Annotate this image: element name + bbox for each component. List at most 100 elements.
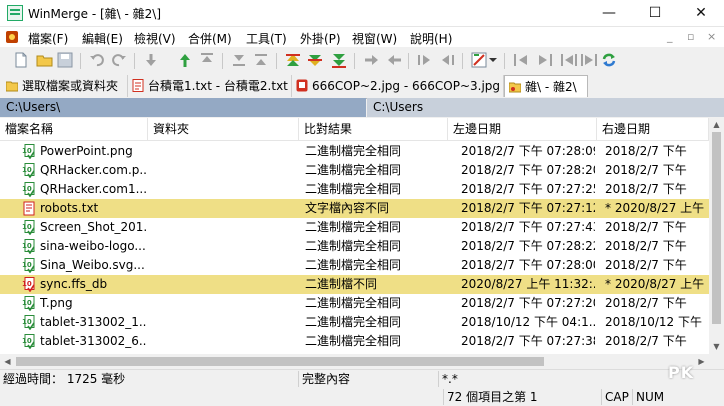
table-row[interactable]: 10 sync.ffs_db 二進制檔不同 2020/8/27 上午 11:32:..… bbox=[0, 275, 709, 294]
binary-identical-icon: 10 bbox=[22, 163, 35, 178]
menu-view[interactable]: 檢視(V) bbox=[134, 30, 176, 47]
scroll-down-icon[interactable]: ▼ bbox=[709, 340, 724, 354]
text-different-icon bbox=[23, 201, 35, 216]
options-icon[interactable] bbox=[512, 51, 530, 69]
vertical-scroll-thumb[interactable] bbox=[712, 132, 721, 324]
binary-identical-icon: 10 bbox=[22, 220, 35, 235]
minimize-button[interactable]: — bbox=[586, 0, 632, 26]
menu-edit[interactable]: 編輯(E) bbox=[82, 30, 123, 47]
tab-text-compare[interactable]: 台積電1.txt - 台積電2.txt bbox=[128, 75, 292, 97]
current-diff-icon[interactable] bbox=[252, 51, 270, 69]
right-only-icon[interactable] bbox=[560, 51, 578, 69]
cell-right-date: 2018/2/7 下午 bbox=[605, 144, 687, 158]
copy-right-icon[interactable] bbox=[330, 51, 348, 69]
left-path-bar[interactable]: C:\Users\ bbox=[0, 98, 366, 117]
menu-window[interactable]: 視窗(W) bbox=[352, 30, 397, 47]
copy-right-advance-icon[interactable] bbox=[386, 51, 404, 69]
toolbar-separator bbox=[408, 53, 409, 69]
svg-text:10: 10 bbox=[22, 242, 32, 250]
next-conflict-icon[interactable] bbox=[284, 51, 302, 69]
new-icon[interactable] bbox=[12, 51, 30, 69]
svg-text:10: 10 bbox=[22, 223, 32, 231]
right-path-bar[interactable]: C:\Users bbox=[367, 98, 724, 117]
cell-filename: Sina_Weibo.svg.... bbox=[40, 258, 146, 272]
mdi-restore-button[interactable]: ▫ bbox=[687, 30, 694, 43]
mdi-minimize-button[interactable]: _ bbox=[667, 30, 673, 43]
folder-compare-list[interactable]: 檔案名稱 資料夾 比對結果 左邊日期 右邊日期 10 PowerPoint.png… bbox=[0, 118, 709, 354]
copy-left-icon[interactable] bbox=[362, 51, 380, 69]
close-button[interactable]: ✕ bbox=[678, 0, 724, 26]
window-title: WinMerge - [雜\ - 雜2\] bbox=[28, 7, 162, 21]
table-row[interactable]: 10 tablet-313002_1... 二進制檔完全相同 2018/10/12 下… bbox=[0, 313, 709, 332]
cell-filename: Screen_Shot_201... bbox=[40, 220, 146, 234]
save-icon[interactable] bbox=[56, 51, 74, 69]
cell-result: 二進制檔完全相同 bbox=[305, 144, 402, 158]
cell-folder bbox=[153, 199, 297, 218]
last-diff-icon[interactable] bbox=[230, 51, 248, 69]
table-row[interactable]: 10 sina-weibo-logo.... 二進制檔完全相同 2018/2/7 下午… bbox=[0, 237, 709, 256]
table-row[interactable]: 10 Sina_Weibo.svg.... 二進制檔完全相同 2018/2/7 下午 … bbox=[0, 256, 709, 275]
first-diff-icon[interactable] bbox=[198, 51, 216, 69]
image-file-icon bbox=[296, 79, 308, 92]
menu-plugins[interactable]: 外掛(P) bbox=[300, 30, 341, 47]
horizontal-scroll-thumb[interactable] bbox=[16, 357, 544, 366]
binary-identical-icon: 10 bbox=[22, 239, 35, 254]
table-row[interactable]: robots.txt 文字檔內容不同 2018/2/7 下午 07:27:12 * 2… bbox=[0, 199, 709, 218]
cell-left-date: 2020/8/27 上午 11:32:... bbox=[461, 277, 595, 291]
cell-result: 二進制檔完全相同 bbox=[305, 220, 402, 234]
column-header-left-date[interactable]: 左邊日期 bbox=[448, 118, 597, 140]
next-diff-icon[interactable] bbox=[142, 51, 160, 69]
compare-icon[interactable] bbox=[580, 51, 598, 69]
tab-label: 台積電1.txt - 台積電2.txt bbox=[148, 79, 288, 93]
toolbar-separator bbox=[276, 53, 277, 69]
svg-text:10: 10 bbox=[22, 147, 32, 155]
maximize-button[interactable]: ☐ bbox=[632, 0, 678, 26]
toolbar-separator bbox=[354, 53, 355, 69]
column-header-folder[interactable]: 資料夾 bbox=[148, 118, 299, 140]
column-header-result[interactable]: 比對結果 bbox=[299, 118, 448, 140]
cell-left-date: 2018/2/7 下午 07:28:20 bbox=[461, 163, 595, 177]
binary-identical-icon: 10 bbox=[22, 144, 35, 159]
scroll-left-icon[interactable]: ◀ bbox=[0, 354, 15, 369]
table-row[interactable]: 10 T.png 二進制檔完全相同 2018/2/7 下午 07:27:20 2018/… bbox=[0, 294, 709, 313]
table-row[interactable]: 10 tablet-313002_6... 二進制檔完全相同 2018/2/7 下午 … bbox=[0, 332, 709, 351]
list-header: 檔案名稱 資料夾 比對結果 左邊日期 右邊日期 bbox=[0, 118, 709, 141]
menu-help[interactable]: 說明(H) bbox=[410, 30, 452, 47]
tab-image-compare[interactable]: 666COP~2.jpg - 666COP~3.jpg bbox=[292, 75, 504, 97]
table-row[interactable]: 10 QRHacker.com.p... 二進制檔完全相同 2018/2/7 下午 0… bbox=[0, 161, 709, 180]
copy-left-advance-icon[interactable] bbox=[416, 51, 434, 69]
prev-diff-icon[interactable] bbox=[176, 51, 194, 69]
scroll-up-icon[interactable]: ▲ bbox=[709, 118, 724, 132]
scroll-right-icon[interactable]: ▶ bbox=[694, 354, 709, 369]
table-row[interactable]: 10 QRHacker.com1.... 二進制檔完全相同 2018/2/7 下午 0… bbox=[0, 180, 709, 199]
binary-identical-icon: 10 bbox=[22, 182, 35, 197]
menu-tools[interactable]: 工具(T) bbox=[246, 30, 287, 47]
column-header-filename[interactable]: 檔案名稱 bbox=[0, 118, 148, 140]
cell-filename: T.png bbox=[40, 296, 73, 310]
tab-select-files[interactable]: 選取檔案或資料夾 bbox=[2, 75, 128, 97]
refresh-icon[interactable] bbox=[600, 51, 618, 69]
all-right-icon[interactable] bbox=[438, 51, 456, 69]
horizontal-scrollbar[interactable]: ◀ ▶ bbox=[0, 354, 709, 369]
tab-folder-compare[interactable]: 雜\ - 雜2\ bbox=[504, 75, 588, 97]
mdi-close-button[interactable]: × bbox=[707, 30, 716, 43]
all-left-icon[interactable] bbox=[470, 51, 488, 69]
vertical-scrollbar[interactable]: ▲ ▼ bbox=[709, 118, 724, 354]
menu-file[interactable]: 檔案(F) bbox=[28, 30, 68, 47]
document-system-menu-icon[interactable] bbox=[6, 31, 18, 43]
table-row[interactable]: 10 PowerPoint.png 二進制檔完全相同 2018/2/7 下午 07:2… bbox=[0, 142, 709, 161]
cell-result: 二進制檔完全相同 bbox=[305, 182, 402, 196]
column-header-right-date[interactable]: 右邊日期 bbox=[597, 118, 709, 140]
table-row[interactable]: 10 Screen_Shot_201... 二進制檔完全相同 2018/2/7 下午 … bbox=[0, 218, 709, 237]
open-icon[interactable] bbox=[36, 51, 54, 69]
redo-icon[interactable] bbox=[110, 51, 128, 69]
undo-icon[interactable] bbox=[88, 51, 106, 69]
toolbar-separator bbox=[80, 53, 81, 69]
cell-right-date: * 2020/8/27 上午 1 bbox=[605, 201, 709, 215]
scrollbar-corner bbox=[709, 354, 724, 369]
menu-merge[interactable]: 合併(M) bbox=[188, 30, 232, 47]
prev-conflict-icon[interactable] bbox=[306, 51, 324, 69]
dropdown-icon[interactable] bbox=[488, 51, 498, 69]
left-only-icon[interactable] bbox=[536, 51, 554, 69]
winmerge-app-icon[interactable] bbox=[7, 5, 23, 21]
